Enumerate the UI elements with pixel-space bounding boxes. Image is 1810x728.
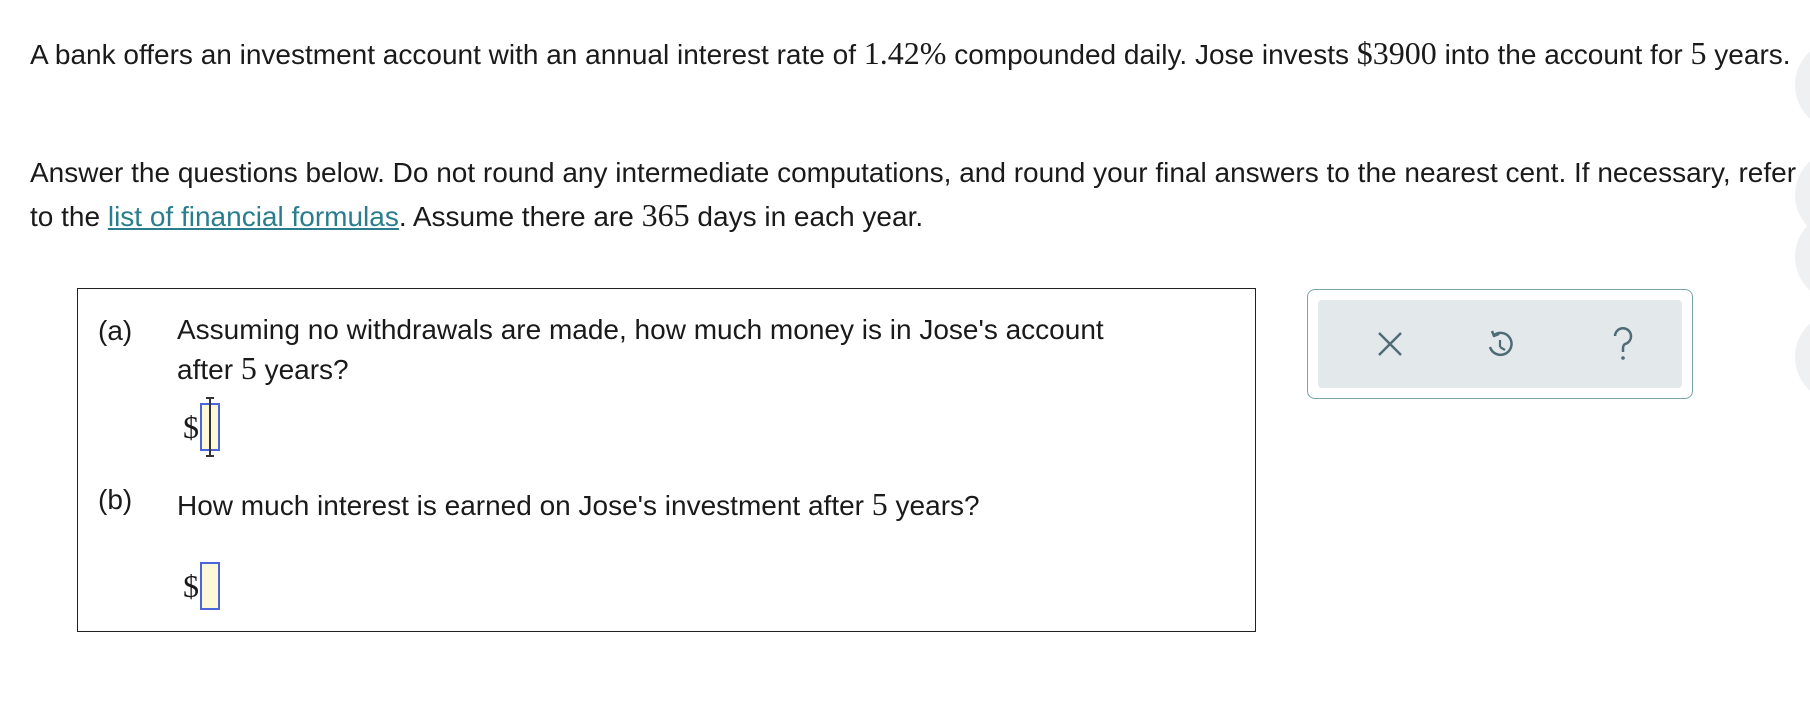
part-b-answer-input[interactable] [200, 562, 220, 610]
instructions-text: . Assume there are [398, 201, 642, 232]
problem-statement: A bank offers an investment account with… [30, 30, 1810, 78]
part-a-label: (a) [98, 315, 133, 346]
text-cursor-icon [206, 397, 214, 457]
part-b-text: years? [887, 490, 980, 521]
part-a-answer-row: $ [183, 397, 220, 457]
clear-button[interactable] [1368, 322, 1412, 366]
part-a-currency: $ [183, 408, 199, 445]
part-b-answer-row: $ [183, 562, 220, 610]
problem-text: years. [1706, 39, 1791, 70]
part-b-text: How much interest is earned on Jose's in… [177, 490, 872, 521]
instructions-text: days in each year. [689, 201, 924, 232]
part-a-text: years? [256, 354, 349, 385]
financial-formulas-link[interactable]: list of financial formulas [108, 201, 399, 232]
part-a-text: after [177, 354, 241, 385]
part-b-label: (b) [98, 484, 133, 515]
part-a-question-line2: after 5 years? [177, 349, 1217, 389]
part-a-years: 5 [240, 350, 257, 386]
part-a-question: Assuming no withdrawals are made, how mu… [177, 311, 1217, 389]
problem-text: into the account for [1436, 39, 1691, 70]
help-icon [1613, 327, 1633, 360]
undo-button[interactable] [1478, 322, 1522, 366]
answer-tools-panel [1307, 289, 1693, 399]
question-box: (a) Assuming no withdrawals are made, ho… [77, 288, 1256, 632]
principal-amount: $3900 [1356, 35, 1437, 71]
days-value: 365 [641, 197, 690, 233]
problem-text: A bank offers an investment account with… [30, 39, 864, 70]
years-value: 5 [1690, 35, 1707, 71]
interest-rate: 1.42% [863, 35, 947, 71]
part-b-currency: $ [183, 567, 199, 604]
problem-text: compounded daily. Jose invests [946, 39, 1357, 70]
instructions: Answer the questions below. Do not round… [30, 152, 1810, 238]
part-a-input-wrap [200, 397, 220, 457]
side-nav-circle[interactable] [1795, 312, 1810, 402]
answer-toolbar [1318, 300, 1682, 388]
part-a-question-line1: Assuming no withdrawals are made, how mu… [177, 314, 1104, 345]
part-b-question: How much interest is earned on Jose's in… [177, 485, 1217, 525]
help-button[interactable] [1601, 322, 1645, 366]
part-b-years: 5 [871, 486, 888, 522]
close-icon [1378, 332, 1402, 356]
undo-icon [1488, 330, 1513, 357]
